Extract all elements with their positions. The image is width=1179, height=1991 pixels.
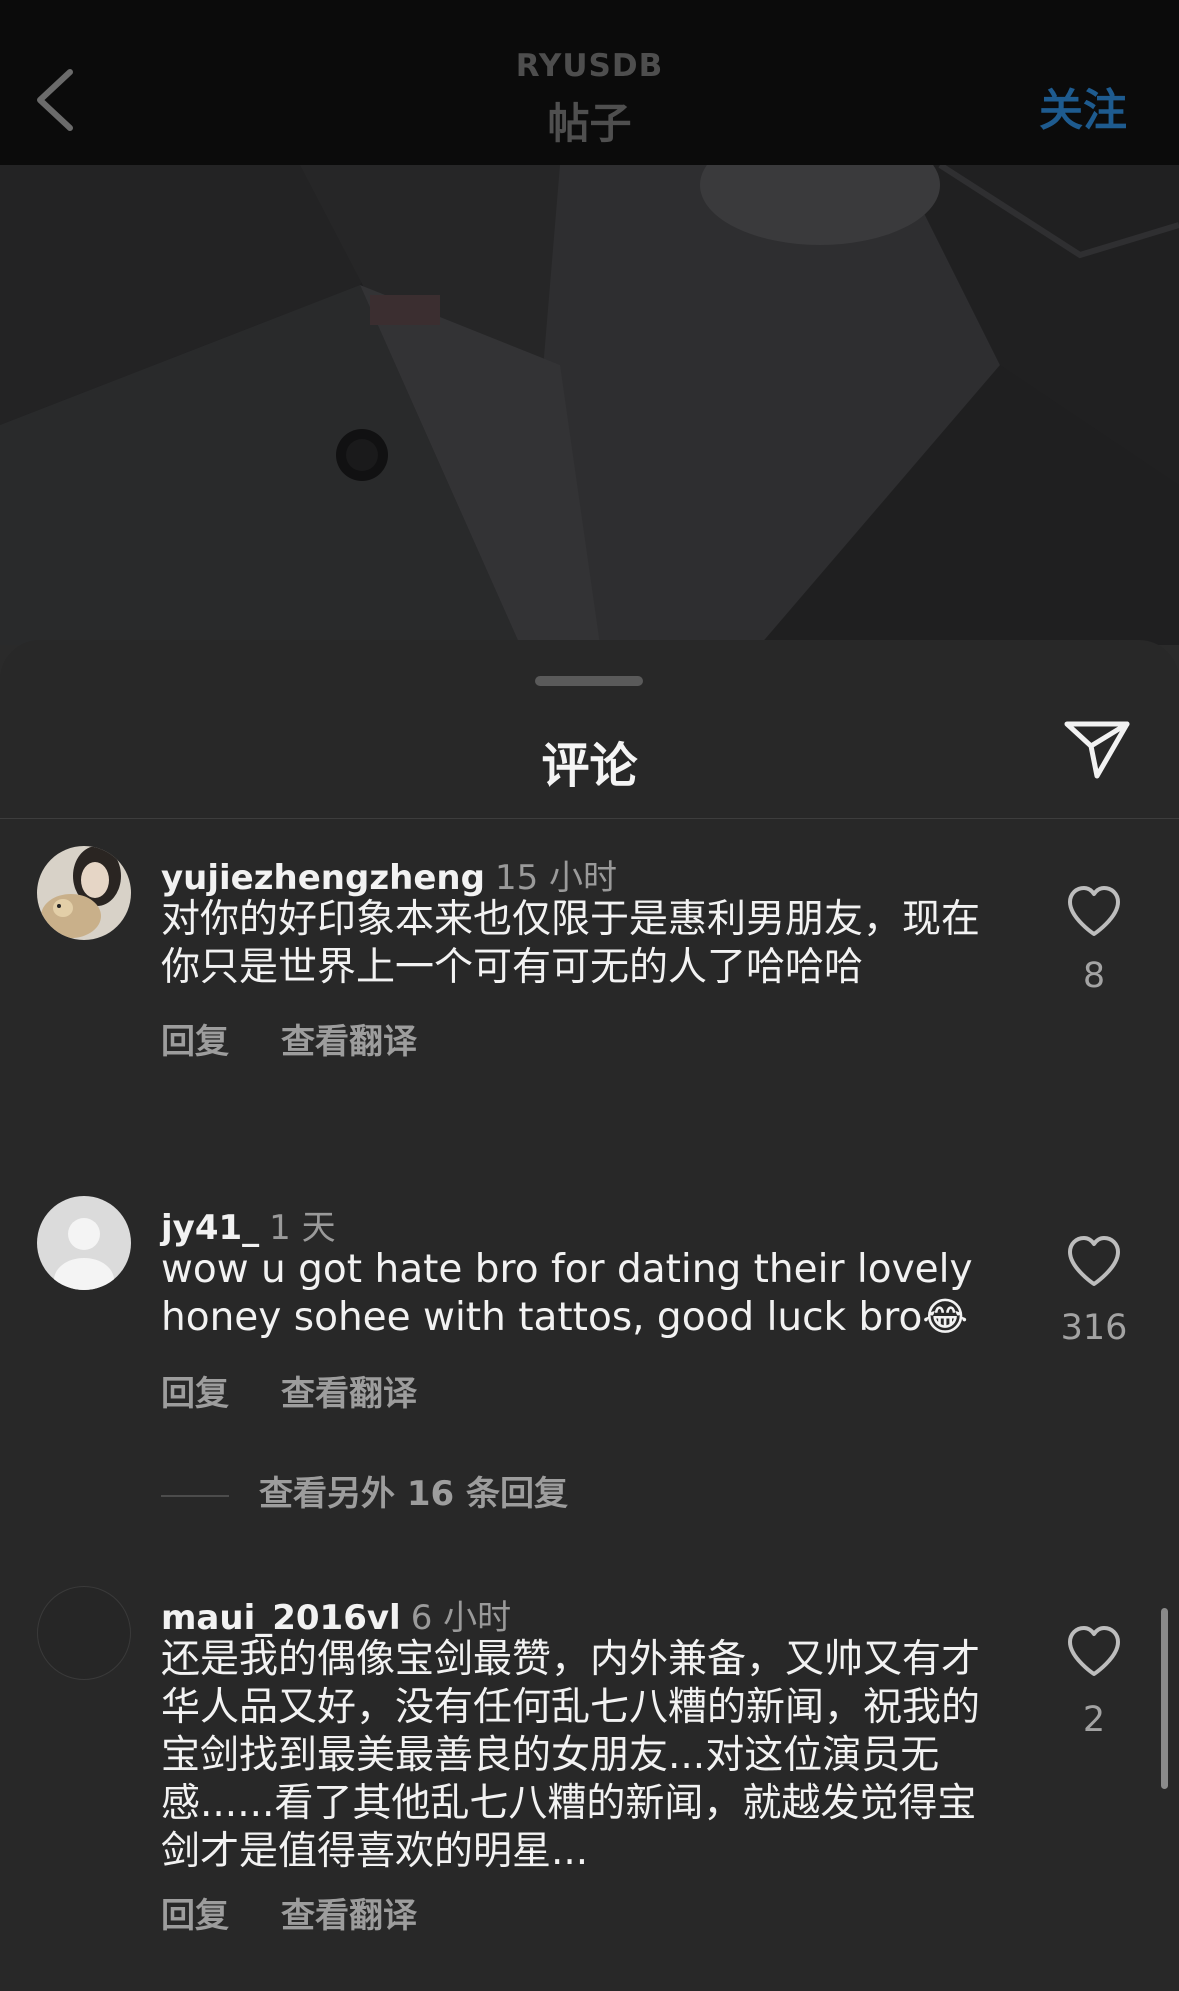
- sheet-grabber[interactable]: [535, 676, 643, 686]
- avatar[interactable]: [37, 1586, 131, 1680]
- heart-outline-icon: [1068, 1236, 1120, 1286]
- comment-meta: yujiezhengzheng 15 小时: [161, 850, 617, 899]
- comment-item: jy41_ 1 天 wow u got hate bro for dating t…: [0, 1196, 1179, 1456]
- sheet-title: 评论: [541, 738, 638, 794]
- comment-item: yujiezhengzheng 15 小时 对你的好印象本来也仅限于是惠利男朋友，…: [0, 846, 1179, 1106]
- comment-actions: 回复 查看翻译: [161, 1888, 417, 1937]
- avatar[interactable]: [37, 1196, 131, 1290]
- like-button[interactable]: [1064, 1234, 1124, 1290]
- divider: [0, 818, 1179, 819]
- view-more-replies[interactable]: 查看另外 16 条回复: [161, 1466, 568, 1515]
- comment-actions: 回复 查看翻译: [161, 1366, 417, 1415]
- comment-username[interactable]: jy41_: [161, 1208, 259, 1248]
- page-title: 帖子: [547, 99, 632, 148]
- replies-divider-line: [161, 1494, 229, 1497]
- follow-button[interactable]: 关注: [1039, 74, 1127, 138]
- view-more-replies-label: 查看另外 16 条回复: [259, 1474, 568, 1514]
- comment-actions: 回复 查看翻译: [161, 1014, 417, 1063]
- paper-plane-icon: [1064, 721, 1130, 779]
- comment-username[interactable]: maui_2016vl: [161, 1598, 401, 1638]
- post-owner: RYUSDB: [515, 48, 664, 84]
- comment-text: 还是我的偶像宝剑最赞，内外兼备，又帅又有才华人品又好，没有任何乱七八糟的新闻，祝…: [161, 1637, 981, 1874]
- comment-text: wow u got hate bro for dating their love…: [161, 1247, 973, 1340]
- like-count: 8: [1082, 956, 1106, 996]
- reply-button[interactable]: 回复: [161, 1374, 229, 1414]
- comment-item: maui_2016vl 6 小时 还是我的偶像宝剑最赞，内外兼备，又帅又有才华人品…: [0, 1586, 1179, 1986]
- translate-button[interactable]: 查看翻译: [281, 1022, 417, 1062]
- comment-time: 15 小时: [494, 858, 618, 898]
- scrollbar[interactable]: [1161, 1608, 1168, 1789]
- heart-outline-icon: [1068, 1626, 1120, 1676]
- comments-sheet: 评论 yujiezhengzheng 15 小时 对你的好印象本来也仅限于是惠利男…: [0, 640, 1179, 1991]
- like-count: 316: [1060, 1308, 1128, 1348]
- translate-button[interactable]: 查看翻译: [281, 1374, 417, 1414]
- like-button[interactable]: [1064, 1624, 1124, 1680]
- avatar[interactable]: [37, 846, 131, 940]
- comment-text: 对你的好印象本来也仅限于是惠利男朋友，现在你只是世界上一个可有可无的人了哈哈哈: [161, 897, 981, 990]
- like-button[interactable]: [1064, 884, 1124, 940]
- comment-meta: jy41_ 1 天: [161, 1200, 336, 1249]
- heart-outline-icon: [1068, 886, 1120, 936]
- share-button[interactable]: [1061, 716, 1133, 782]
- reply-button[interactable]: 回复: [161, 1896, 229, 1936]
- post-image: [0, 165, 1179, 645]
- reply-button[interactable]: 回复: [161, 1022, 229, 1062]
- translate-button[interactable]: 查看翻译: [281, 1896, 417, 1936]
- comment-time: 6 小时: [410, 1598, 512, 1638]
- top-bar: RYUSDB 帖子 关注: [0, 0, 1179, 165]
- comment-username[interactable]: yujiezhengzheng: [161, 858, 485, 898]
- comment-time: 1 天: [269, 1208, 336, 1248]
- default-avatar-icon: [37, 1196, 131, 1290]
- comment-meta: maui_2016vl 6 小时: [161, 1590, 511, 1639]
- like-count: 2: [1082, 1700, 1106, 1740]
